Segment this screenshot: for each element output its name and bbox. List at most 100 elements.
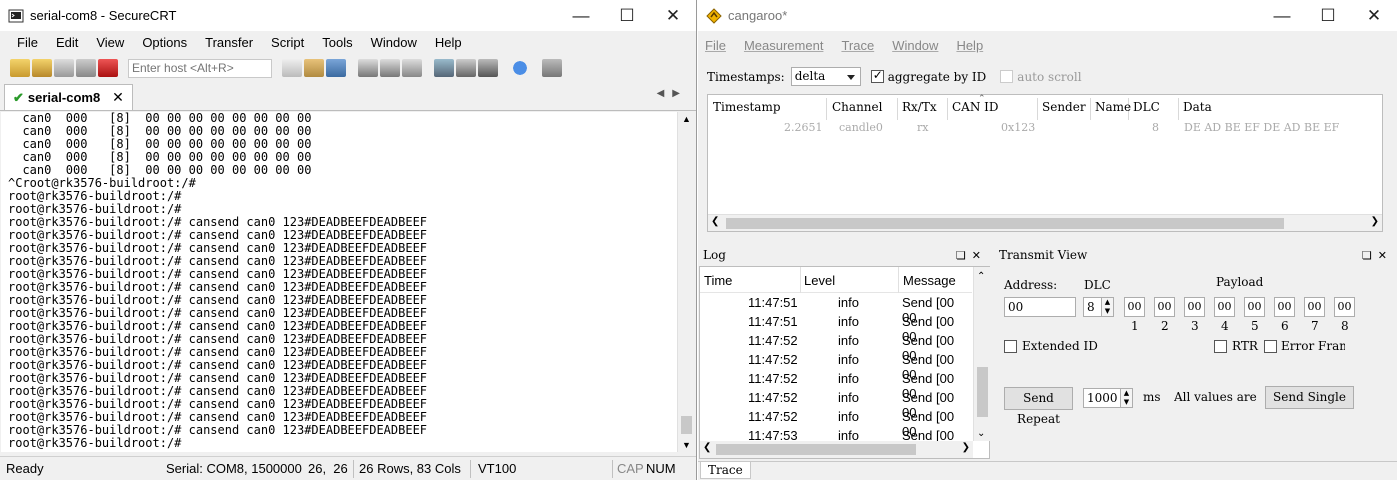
copy-icon[interactable]: [282, 59, 302, 77]
menu-options[interactable]: Options: [133, 35, 196, 50]
help-icon[interactable]: [510, 59, 530, 77]
aggregate-checkbox[interactable]: [870, 68, 884, 83]
menu-file[interactable]: File: [8, 35, 47, 50]
menu-view[interactable]: View: [87, 35, 133, 50]
autoscroll-checkbox[interactable]: [1000, 70, 1014, 83]
screen-icon[interactable]: [542, 59, 562, 77]
menu-tools[interactable]: Tools: [313, 35, 361, 50]
keymap-icon[interactable]: [478, 59, 498, 77]
menu-file[interactable]: File: [698, 38, 735, 53]
hscroll-right-icon[interactable]: ❯: [1371, 216, 1379, 227]
tab-serial-com8[interactable]: ✔ serial-com8 ✕: [4, 84, 133, 110]
col-name[interactable]: Name: [1091, 98, 1131, 120]
close-button[interactable]: ✕: [1351, 0, 1397, 31]
log-hscrollbar[interactable]: ❮ ❯: [700, 441, 973, 458]
tab-scroll-arrows[interactable]: ◀▶: [657, 88, 688, 99]
dlc-spin-arrows[interactable]: ▲ ▼: [1101, 298, 1113, 316]
payload-byte-input[interactable]: 00: [1184, 297, 1205, 317]
title-bar: serial-com8 - SecureCRT — ☐ ✕: [0, 0, 696, 31]
menu-measurement[interactable]: Measurement: [735, 38, 832, 53]
payload-byte-input[interactable]: 00: [1274, 297, 1295, 317]
maximize-button[interactable]: ☐: [604, 0, 650, 31]
scroll-thumb[interactable]: [681, 416, 692, 434]
col-sender[interactable]: Sender: [1038, 98, 1091, 120]
log-hscroll-thumb[interactable]: [716, 444, 916, 455]
timestamps-select[interactable]: delta: [790, 67, 861, 86]
log-row[interactable]: 11:47:51 info Send [00 00: [700, 293, 972, 325]
maximize-button[interactable]: ☐: [1305, 0, 1351, 31]
session-options-icon[interactable]: [434, 59, 454, 77]
minimize-button[interactable]: —: [558, 0, 604, 31]
host-input[interactable]: [128, 58, 272, 78]
menu-help[interactable]: Help: [947, 38, 992, 53]
quick-connect-icon[interactable]: [32, 59, 52, 77]
payload-byte-input[interactable]: 00: [1244, 297, 1265, 317]
payload-byte-input[interactable]: 00: [1334, 297, 1355, 317]
paste-icon[interactable]: [304, 59, 324, 77]
col-channel[interactable]: Channel: [828, 98, 898, 120]
menu-window[interactable]: Window: [362, 35, 426, 50]
payload-byte-input[interactable]: 00: [1304, 297, 1325, 317]
menu-edit[interactable]: Edit: [47, 35, 87, 50]
menu-transfer[interactable]: Transfer: [196, 35, 262, 50]
global-options-icon[interactable]: [456, 59, 476, 77]
error-frame-checkbox[interactable]: [1264, 340, 1277, 353]
log-scroll-up-icon[interactable]: ⌃: [977, 271, 985, 282]
find-icon[interactable]: [326, 59, 346, 77]
menu-trace[interactable]: Trace: [832, 38, 883, 53]
connect-tab-icon[interactable]: [54, 59, 74, 77]
log-row[interactable]: 11:47:52 info Send [00 00: [700, 407, 972, 439]
log-hscroll-right-icon[interactable]: ❯: [962, 442, 970, 453]
print-setup-icon[interactable]: [402, 59, 422, 77]
trace-hscrollbar[interactable]: ❮ ❯: [708, 214, 1382, 231]
send-repeat-button[interactable]: Send Repeat: [1004, 387, 1073, 426]
scroll-up-icon[interactable]: ▲: [682, 114, 691, 124]
menu-script[interactable]: Script: [262, 35, 313, 50]
repeat-spin-arrows[interactable]: ▲ ▼: [1120, 389, 1132, 407]
log-scroll-thumb[interactable]: [977, 367, 988, 417]
print-icon[interactable]: [358, 59, 378, 77]
log-scroll-down-icon[interactable]: ⌄: [977, 428, 985, 439]
log-row[interactable]: 11:47:51 info Send [00 00: [700, 312, 972, 344]
log-row[interactable]: 11:47:52 info Send [00 00: [700, 350, 972, 382]
close-button[interactable]: ✕: [650, 0, 696, 31]
transmit-dock-controls[interactable]: ❏✕: [1362, 247, 1393, 264]
scroll-down-icon[interactable]: ▼: [682, 440, 691, 450]
disconnect-icon[interactable]: [98, 59, 118, 77]
log-row[interactable]: 11:47:52 info Send [00 00: [700, 369, 972, 401]
col-canid[interactable]: CAN ID: [948, 98, 1038, 120]
payload-byte-input[interactable]: 00: [1124, 297, 1145, 317]
address-input[interactable]: 00: [1004, 297, 1076, 317]
send-single-button[interactable]: Send Single: [1265, 386, 1354, 409]
log-hscroll-left-icon[interactable]: ❮: [703, 442, 711, 453]
col-timestamp[interactable]: Timestamp: [709, 98, 827, 120]
payload-byte-input[interactable]: 00: [1214, 297, 1235, 317]
minimize-button[interactable]: —: [1259, 0, 1305, 31]
connect-icon[interactable]: [10, 59, 30, 77]
terminal-scrollbar[interactable]: ▲ ▼: [677, 112, 694, 452]
hscroll-left-icon[interactable]: ❮: [711, 216, 719, 227]
log-col-level[interactable]: Level: [804, 273, 835, 288]
log-row[interactable]: 11:47:52 info Send [00 00: [700, 331, 972, 363]
log-col-time[interactable]: Time: [704, 273, 732, 288]
menu-window[interactable]: Window: [883, 38, 947, 53]
log-row[interactable]: 11:47:52 info Send [00 00: [700, 388, 972, 420]
log-col-message[interactable]: Message: [903, 273, 956, 288]
extended-id-checkbox[interactable]: [1004, 340, 1017, 353]
repeat-interval-spinbox[interactable]: 1000 ▲ ▼: [1083, 388, 1133, 408]
dlc-spinbox[interactable]: 8 ▲ ▼: [1083, 297, 1114, 317]
menu-help[interactable]: Help: [426, 35, 471, 50]
payload-byte-input[interactable]: 00: [1154, 297, 1175, 317]
col-dlc[interactable]: DLC: [1129, 98, 1179, 120]
tab-close-icon[interactable]: ✕: [112, 89, 124, 106]
col-data[interactable]: Data: [1179, 98, 1379, 120]
log-vscrollbar[interactable]: ⌃ ⌄: [973, 267, 990, 441]
rtr-checkbox[interactable]: [1214, 340, 1227, 353]
tab-trace[interactable]: Trace: [700, 462, 751, 479]
reconnect-icon[interactable]: [76, 59, 96, 77]
col-rxtx[interactable]: Rx/Tx: [898, 98, 948, 120]
hscroll-thumb[interactable]: [726, 218, 1284, 229]
terminal-output[interactable]: can0 000 [8] 00 00 00 00 00 00 00 00 can…: [1, 112, 677, 452]
log-dock-controls[interactable]: ❏✕: [956, 247, 987, 264]
print-selection-icon[interactable]: [380, 59, 400, 77]
